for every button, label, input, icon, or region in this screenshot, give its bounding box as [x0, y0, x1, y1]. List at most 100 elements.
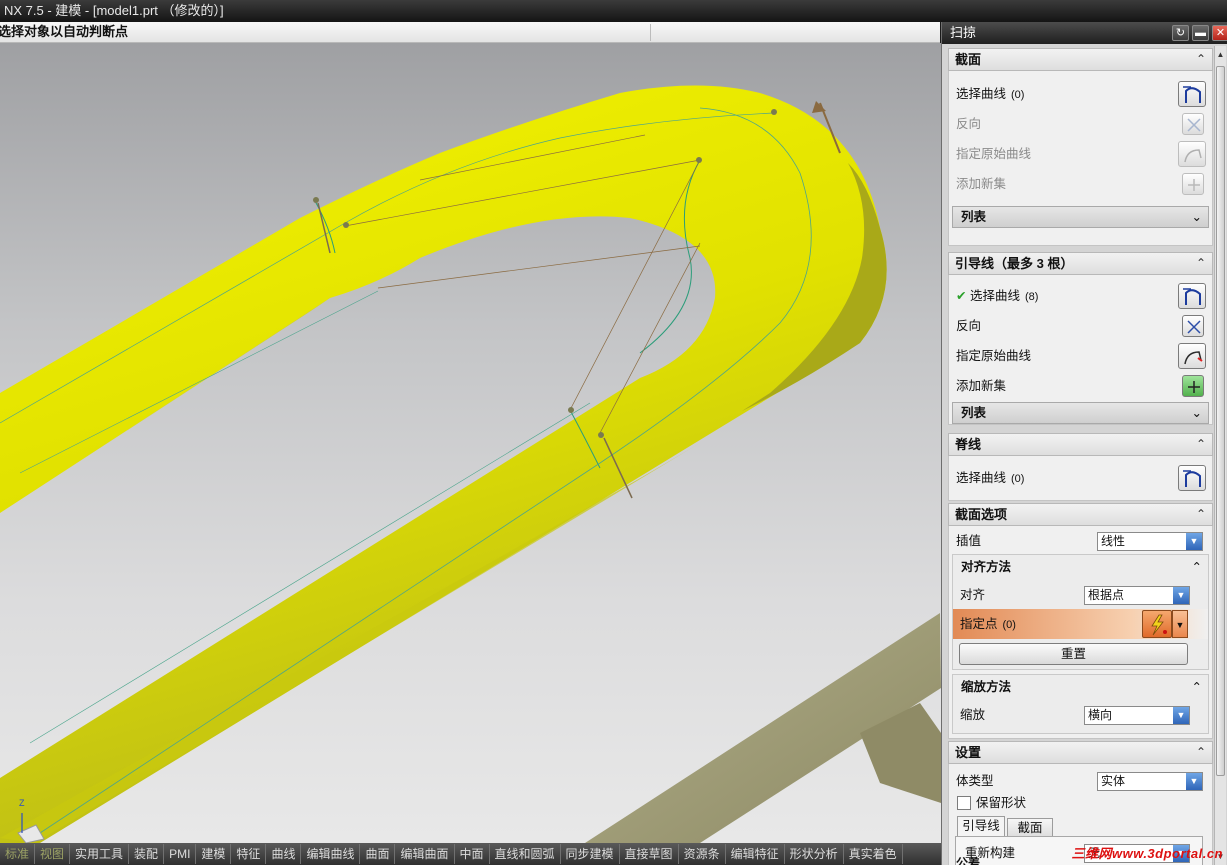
- triad-z-label: Z: [19, 798, 25, 808]
- dropdown-value: 根据点: [1088, 588, 1125, 602]
- toolbar-tab[interactable]: 编辑特征: [726, 844, 785, 864]
- group-title: 设置: [955, 745, 982, 760]
- chevron-up-icon[interactable]: ⌃: [1196, 434, 1206, 455]
- keep-shape-label: 保留形状: [969, 788, 1169, 818]
- group-title: 引导线（最多 3 根）: [955, 256, 1074, 271]
- interpolation-dropdown[interactable]: 线性 ▼: [1097, 532, 1203, 551]
- dropdown-value: 线性: [1101, 534, 1126, 548]
- chevron-up-icon[interactable]: ⌃: [1196, 742, 1206, 763]
- yellow-swept-tube: [0, 85, 887, 843]
- dialog-scrollbar[interactable]: ▲ ▼: [1214, 46, 1226, 865]
- scrollbar-thumb[interactable]: [1216, 66, 1225, 776]
- group-body-spine: 选择曲线 (0): [948, 456, 1213, 501]
- toolbar-tab[interactable]: 特征: [231, 844, 267, 864]
- close-icon[interactable]: ✕: [1212, 25, 1227, 41]
- origin-curve-icon[interactable]: [1178, 343, 1206, 369]
- row-label: 选择曲线: [956, 471, 1007, 485]
- group-title: 截面选项: [955, 507, 1008, 522]
- toolbar-tab[interactable]: 直线和圆弧: [490, 844, 561, 864]
- group-header-section[interactable]: 截面 ⌃: [948, 48, 1213, 71]
- selection-count: (0): [1011, 89, 1025, 101]
- toolbar-tab[interactable]: 同步建模: [561, 844, 620, 864]
- scale-dropdown[interactable]: 横向 ▼: [1084, 706, 1190, 725]
- scaling-subgroup: 缩放方法 ⌃ 缩放 横向 ▼: [952, 674, 1209, 734]
- add-new-set-row: 添加新集: [949, 169, 1212, 199]
- toolbar-tab[interactable]: 曲线: [266, 844, 302, 864]
- toolbar-tab[interactable]: 直接草图: [620, 844, 679, 864]
- guide-add-new-set-row[interactable]: 添加新集: [949, 371, 1212, 401]
- subgroup-title: 对齐方法: [961, 560, 1012, 574]
- row-label: 反向: [956, 319, 982, 333]
- group-header-section-options[interactable]: 截面选项 ⌃: [948, 503, 1213, 526]
- toolbar-tab[interactable]: 曲面: [360, 844, 396, 864]
- toolbar-tab[interactable]: 建模: [196, 844, 232, 864]
- align-dropdown[interactable]: 根据点 ▼: [1084, 586, 1190, 605]
- guide-select-curve-row[interactable]: ✔ 选择曲线 (8): [949, 281, 1212, 311]
- row-label: 指定原始曲线: [956, 349, 1032, 363]
- origin-curve-icon: [1178, 141, 1206, 167]
- group-header-settings[interactable]: 设置 ⌃: [948, 741, 1213, 764]
- toolbar-tab[interactable]: 编辑曲线: [301, 844, 361, 864]
- row-label: 选择曲线: [969, 289, 1020, 303]
- toolbar-tab[interactable]: 视图: [35, 844, 71, 864]
- row-label: 指定点: [960, 617, 998, 631]
- point-dialog-icon[interactable]: [1142, 610, 1172, 638]
- chevron-down-icon: ⌄: [1191, 406, 1202, 420]
- toolbar-tab[interactable]: 资源条: [679, 844, 726, 864]
- tolerance-label: 公差: [956, 856, 981, 865]
- tab-guides[interactable]: 引导线: [957, 816, 1005, 837]
- tab-label: 引导线: [962, 819, 1000, 833]
- list-toggle[interactable]: 列表 ⌄: [952, 206, 1209, 228]
- group-title: 脊线: [955, 437, 982, 452]
- tab-section[interactable]: 截面: [1007, 818, 1053, 836]
- scaling-header[interactable]: 缩放方法 ⌃: [953, 675, 1208, 699]
- list-toggle[interactable]: 列表 ⌄: [952, 402, 1209, 424]
- specify-origin-row: 指定原始曲线: [949, 139, 1212, 169]
- chevron-up-icon[interactable]: ⌃: [1196, 49, 1206, 70]
- minimize-icon[interactable]: ▬: [1192, 25, 1209, 41]
- scroll-up-icon[interactable]: ▲: [1216, 50, 1225, 59]
- add-set-icon: [1182, 173, 1204, 195]
- row-label: 体类型: [956, 774, 994, 788]
- guide-specify-origin-row[interactable]: 指定原始曲线: [949, 341, 1212, 371]
- toolbar-tab[interactable]: 中面: [455, 844, 490, 864]
- cue-line: 选择对象以自动判断点: [0, 22, 940, 43]
- row-label: 对齐: [960, 588, 986, 602]
- select-curve-icon[interactable]: [1178, 283, 1206, 309]
- chevron-down-icon: ⌄: [1191, 210, 1202, 224]
- toolbar-tab[interactable]: 实用工具: [70, 844, 130, 864]
- toolbar-tab[interactable]: 形状分析: [785, 844, 844, 864]
- cue-line-divider: [650, 24, 651, 41]
- spine-select-curve-row[interactable]: 选择曲线 (0): [949, 463, 1212, 493]
- chevron-up-icon[interactable]: ⌃: [1196, 504, 1206, 525]
- checkmark-icon: ✔: [956, 289, 967, 303]
- window-title: NX 7.5 - 建模 - [model1.prt （修改的）]: [4, 3, 224, 18]
- chevron-up-icon[interactable]: ⌃: [1196, 253, 1206, 274]
- select-curve-icon[interactable]: [1178, 465, 1206, 491]
- reset-button[interactable]: 重置: [959, 643, 1188, 665]
- toolbar-tab[interactable]: PMI: [164, 844, 197, 864]
- guide-reverse-row[interactable]: 反向: [949, 311, 1212, 341]
- group-header-guides[interactable]: 引导线（最多 3 根） ⌃: [948, 252, 1213, 275]
- chevron-down-icon[interactable]: ▼: [1172, 610, 1188, 638]
- chevron-down-icon: ▼: [1173, 587, 1189, 604]
- chevron-up-icon[interactable]: ⌃: [1192, 555, 1202, 579]
- graphics-viewport[interactable]: Z: [0, 43, 941, 843]
- toolbar-tab[interactable]: 标准: [0, 844, 36, 864]
- dropdown-value: 横向: [1088, 708, 1113, 722]
- toolbar-tab[interactable]: 真实着色: [844, 844, 903, 864]
- alignment-header[interactable]: 对齐方法 ⌃: [953, 555, 1208, 579]
- group-header-spine[interactable]: 脊线 ⌃: [948, 433, 1213, 456]
- reverse-direction-icon: [1182, 113, 1204, 135]
- chevron-up-icon[interactable]: ⌃: [1192, 675, 1202, 699]
- row-label: 选择曲线: [956, 87, 1007, 101]
- toolbar-tab[interactable]: 装配: [129, 844, 165, 864]
- cue-line-text: 选择对象以自动判断点: [0, 24, 129, 39]
- reverse-direction-icon[interactable]: [1182, 315, 1204, 337]
- toolbar-tab[interactable]: 编辑曲面: [395, 844, 455, 864]
- reverse-row: 反向: [949, 109, 1212, 139]
- add-set-icon[interactable]: [1182, 375, 1204, 397]
- select-curve-row[interactable]: 选择曲线 (0): [949, 79, 1212, 109]
- reset-dialog-icon[interactable]: ↻: [1172, 25, 1189, 41]
- select-curve-icon[interactable]: [1178, 81, 1206, 107]
